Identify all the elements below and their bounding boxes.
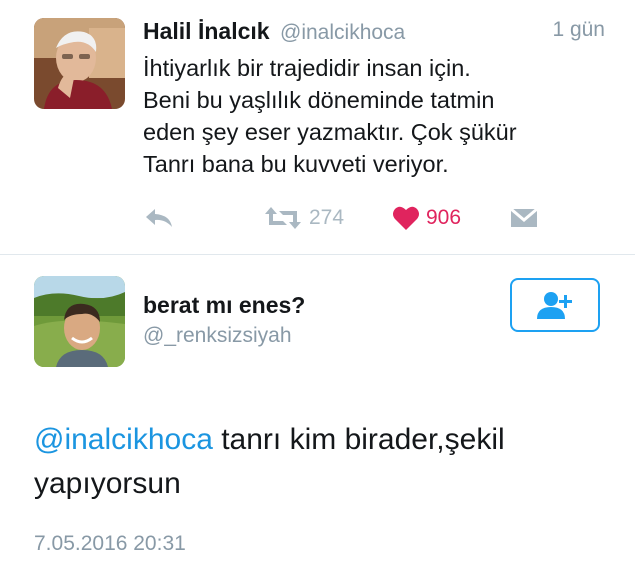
avatar-image: [34, 18, 125, 109]
tweet-text-line: Beni bu yaşlılık döneminde tatmin: [143, 87, 495, 113]
retweet-icon: [265, 207, 301, 229]
heart-icon: [393, 206, 419, 230]
dm-button[interactable]: [509, 200, 539, 236]
retweet-count: 274: [309, 206, 345, 229]
tweet-text-line: eden şey eser yazmaktır. Çok şükür: [143, 119, 517, 145]
reply-text: @inalcikhoca tanrı kim birader,şekil yapı…: [34, 418, 624, 506]
add-user-icon: [537, 292, 572, 319]
original-tweet: Halil İnalcık @inalcikhoca 1 gün İhtiyar…: [0, 0, 635, 255]
avatar-image: [34, 276, 125, 367]
envelope-icon: [510, 207, 538, 227]
tweet-text-line: Tanrı bana bu kuvveti veriyor.: [143, 151, 449, 177]
author-handle[interactable]: @inalcikhoca: [280, 21, 405, 44]
tweet-text-line: İhtiyarlık bir trajedidir insan için.: [143, 55, 471, 81]
author-name[interactable]: Halil İnalcık: [143, 18, 270, 44]
avatar[interactable]: [34, 18, 125, 109]
reply-text-line: tanrı kim birader,şekil: [212, 423, 505, 456]
reply-button[interactable]: [143, 200, 175, 236]
mention-link[interactable]: @inalcikhoca: [34, 423, 213, 456]
tweet-header: Halil İnalcık @inalcikhoca 1 gün: [143, 18, 613, 48]
tweet-divider: [0, 254, 635, 255]
reply-author-name[interactable]: berat mı enes?: [143, 292, 305, 319]
tweet-actions: 274 906: [143, 200, 613, 236]
follow-button[interactable]: [510, 278, 600, 332]
tweet-time[interactable]: 1 gün: [552, 18, 605, 42]
reply-author-handle[interactable]: @_renksizsiyah: [143, 324, 292, 348]
reply-timestamp: 7.05.2016 20:31: [34, 532, 186, 555]
reply-text-line: yapıyorsun: [34, 467, 181, 500]
like-button[interactable]: 906: [392, 200, 461, 236]
reply-avatar[interactable]: [34, 276, 125, 367]
like-count: 906: [426, 206, 462, 229]
reply-icon: [146, 209, 172, 227]
retweet-button[interactable]: 274: [263, 200, 344, 236]
tweet-text: İhtiyarlık bir trajedidir insan için. Be…: [143, 52, 613, 180]
